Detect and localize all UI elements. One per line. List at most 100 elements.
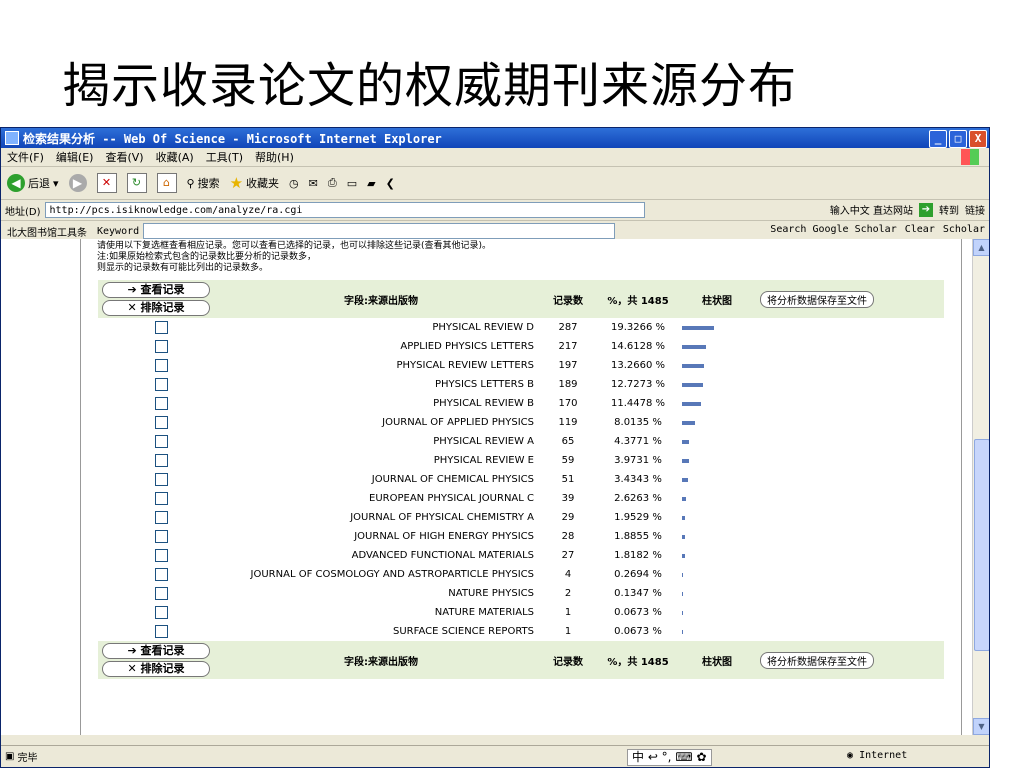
row-checkbox[interactable] <box>154 454 168 467</box>
row-checkbox[interactable] <box>154 625 168 638</box>
source-name: PHYSICAL REVIEW D <box>432 322 534 333</box>
favorites-button[interactable]: ★ 收藏夹 <box>230 174 279 192</box>
table-row: JOURNAL OF COSMOLOGY AND ASTROPARTICLE P… <box>98 565 944 584</box>
slide-title: 揭示收录论文的权威期刊来源分布 <box>62 58 798 114</box>
source-name: APPLIED PHYSICS LETTERS <box>400 341 534 352</box>
print-icon[interactable]: ⎙ <box>328 176 337 190</box>
address-hint[interactable]: 输入中文 直达网站 <box>830 202 913 217</box>
record-count: 217 <box>558 341 578 352</box>
exclude-records-button[interactable]: ✕ 排除记录 <box>102 661 210 677</box>
ime-toolbar[interactable]: 中 ↩ °, ⌨ ✿ <box>627 749 712 766</box>
view-records-button[interactable]: ➔ 查看记录 <box>102 282 210 298</box>
record-count: 1 <box>564 607 572 618</box>
table-row: PHYSICS LETTERS B 189 12.7273 % <box>98 375 944 394</box>
chevron-down-icon[interactable]: ▾ <box>53 177 59 190</box>
table-row: APPLIED PHYSICS LETTERS 217 14.6128 % <box>98 337 944 356</box>
row-checkbox[interactable] <box>154 606 168 619</box>
links-button[interactable]: 链接 <box>965 202 985 217</box>
row-checkbox[interactable] <box>154 397 168 410</box>
spacer-cell <box>756 489 944 508</box>
source-name: PHYSICAL REVIEW B <box>433 398 534 409</box>
checkbox-cell <box>98 413 224 432</box>
bar-cell <box>678 337 756 356</box>
row-checkbox[interactable] <box>154 587 168 600</box>
row-checkbox[interactable] <box>154 378 168 391</box>
row-checkbox[interactable] <box>154 549 168 562</box>
spacer-cell <box>756 413 944 432</box>
row-checkbox[interactable] <box>154 321 168 334</box>
home-button[interactable]: ⌂ <box>156 173 177 193</box>
row-checkbox[interactable] <box>154 492 168 505</box>
menu-file[interactable]: 文件(F) <box>7 149 44 165</box>
mail-icon[interactable]: ✉ <box>309 177 318 190</box>
search-google-scholar-button[interactable]: Search Google Scholar <box>770 224 896 235</box>
keyword-input[interactable] <box>143 223 616 239</box>
page-content: 请使用以下复选框查看相应记录。您可以查看已选择的记录，也可以排除这些记录(查看其… <box>1 239 989 735</box>
checkbox-cell <box>98 584 224 603</box>
exclude-records-button[interactable]: ✕ 排除记录 <box>102 300 210 316</box>
address-bar: 地址(D) http://pcs.isiknowledge.com/analyz… <box>1 200 989 221</box>
count-header: 记录数 <box>538 641 598 679</box>
record-percent: 19.3266 % <box>610 322 666 333</box>
row-checkbox[interactable] <box>154 568 168 581</box>
status-bar: ▣ 完毕 中 ↩ °, ⌨ ✿ ◉ Internet <box>1 745 989 767</box>
save-data-button[interactable]: 将分析数据保存至文件 <box>760 651 874 669</box>
row-checkbox[interactable] <box>154 359 168 372</box>
forward-button[interactable]: ▶ <box>68 174 87 192</box>
count-header: 记录数 <box>538 280 598 318</box>
scroll-down-icon[interactable]: ▼ <box>973 718 989 735</box>
record-percent: 12.7273 % <box>610 379 666 390</box>
results-table: ➔ 查看记录 ✕ 排除记录 字段:来源出版物 记录数 %，共 1485 柱状图 … <box>98 280 944 679</box>
vertical-scrollbar[interactable]: ▲ ▼ <box>972 239 989 735</box>
edit-icon[interactable]: ▭ <box>347 177 357 190</box>
bar-cell <box>678 508 756 527</box>
history-icon[interactable]: ◷ <box>289 177 299 190</box>
menu-edit[interactable]: 编辑(E) <box>56 149 94 165</box>
scholar-button[interactable]: Scholar <box>943 224 985 235</box>
bar-cell <box>678 584 756 603</box>
menu-view[interactable]: 查看(V) <box>105 149 143 165</box>
row-checkbox[interactable] <box>154 435 168 448</box>
row-checkbox[interactable] <box>154 530 168 543</box>
internet-zone: ◉ Internet <box>847 750 907 761</box>
bar-cell <box>678 375 756 394</box>
row-checkbox[interactable] <box>154 416 168 429</box>
record-count: 197 <box>558 360 578 371</box>
library-toolbar-label[interactable]: 北大图书馆工具条 <box>7 224 87 239</box>
row-checkbox[interactable] <box>154 473 168 486</box>
keyword-dropdown[interactable]: Keyword <box>97 226 139 237</box>
window-titlebar[interactable]: 检索结果分析 -- Web Of Science - Microsoft Int… <box>1 128 989 148</box>
go-button[interactable]: 转到 <box>939 202 959 217</box>
source-name: JOURNAL OF APPLIED PHYSICS <box>382 417 534 428</box>
back-button[interactable]: ◀ 后退 ▾ <box>7 174 59 192</box>
source-name: JOURNAL OF PHYSICAL CHEMISTRY A <box>350 512 534 523</box>
stop-button[interactable]: ✕ <box>96 173 117 193</box>
row-checkbox[interactable] <box>154 340 168 353</box>
close-button[interactable]: X <box>969 130 987 148</box>
maximize-button[interactable]: □ <box>949 130 967 148</box>
view-records-button[interactable]: ➔ 查看记录 <box>102 643 210 659</box>
bar-cell <box>678 565 756 584</box>
refresh-button[interactable]: ↻ <box>126 173 147 193</box>
scroll-up-icon[interactable]: ▲ <box>973 239 989 256</box>
ie-page-icon <box>5 131 19 145</box>
minimize-button[interactable]: _ <box>929 130 947 148</box>
menu-favorites[interactable]: 收藏(A) <box>156 149 194 165</box>
clear-button[interactable]: Clear <box>905 224 935 235</box>
menu-help[interactable]: 帮助(H) <box>255 149 294 165</box>
percent-bar <box>682 553 685 558</box>
table-row: PHYSICAL REVIEW E 59 3.9731 % <box>98 451 944 470</box>
record-percent: 4.3771 % <box>614 436 662 447</box>
search-button[interactable]: ⚲ 搜索 <box>187 175 220 191</box>
go-arrow-icon[interactable]: ➔ <box>919 202 933 217</box>
scroll-thumb[interactable] <box>974 439 989 651</box>
back-arrow-icon: ◀ <box>7 174 25 192</box>
folder-icon[interactable]: ▰ <box>367 177 375 190</box>
messenger-icon[interactable]: ❮ <box>386 177 395 190</box>
save-data-button[interactable]: 将分析数据保存至文件 <box>760 290 874 308</box>
row-checkbox[interactable] <box>154 511 168 524</box>
menu-tools[interactable]: 工具(T) <box>206 149 243 165</box>
address-input[interactable]: http://pcs.isiknowledge.com/analyze/ra.c… <box>44 202 645 218</box>
checkbox-cell <box>98 356 224 375</box>
percent-bar <box>682 496 686 501</box>
